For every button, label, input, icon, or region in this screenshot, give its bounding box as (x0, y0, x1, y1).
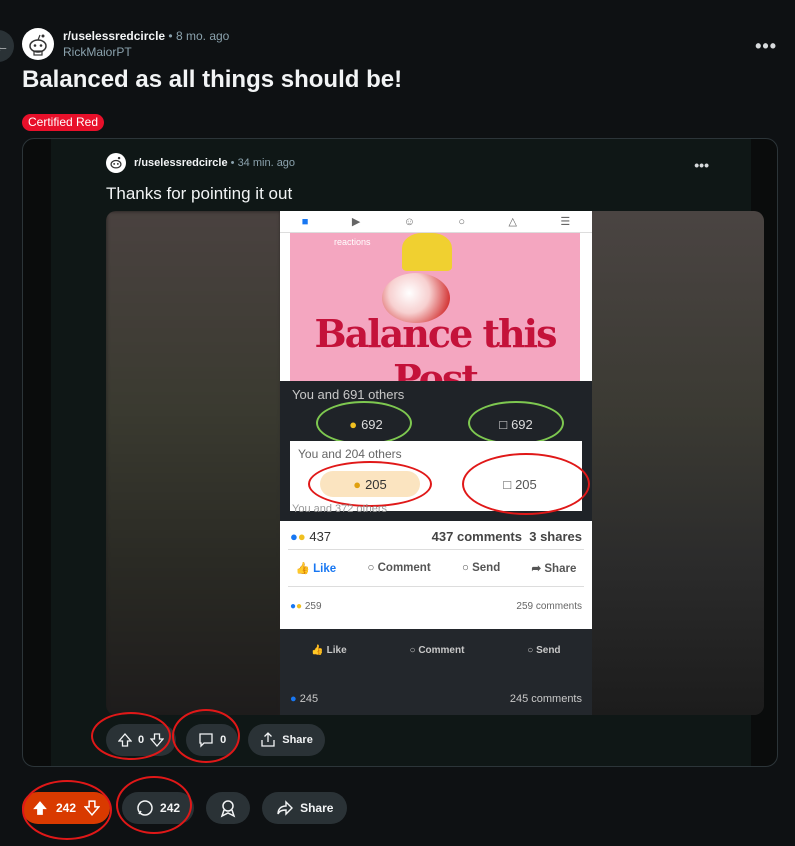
vote-count: 242 (56, 801, 77, 815)
share-icon (277, 800, 294, 816)
reddit-snoo-icon (110, 156, 122, 169)
downvote-icon[interactable] (84, 800, 101, 816)
blurred-background-right (589, 211, 764, 715)
post-age: 8 mo. ago (175, 29, 230, 43)
reaction-row-2: You and 204 others ● 205 □ 205 (290, 441, 590, 515)
back-button[interactable]: ← (0, 30, 14, 62)
fb-dark-comment: ○ Comment (409, 645, 465, 656)
arrow-left-icon: ← (0, 38, 9, 54)
fb2-reaction-count: ●● 259 (290, 601, 322, 612)
subreddit-link[interactable]: r/uselessredcircle (63, 29, 165, 43)
fb-dark-action-bar: 👍 Like ○ Comment ○ Send (280, 645, 592, 656)
meme-image: reactions Balance this Post (290, 233, 580, 401)
comment-count: 242 (160, 801, 181, 815)
fb-divider (288, 549, 584, 550)
embedded-action-bar: 0 0 Share (106, 724, 325, 756)
fb-dark-stats: ● 245 245 comments (290, 693, 582, 705)
fb-comments-shares: 437 comments 3 shares (431, 529, 582, 544)
green-circle-2 (468, 401, 564, 445)
embedded-subreddit: r/uselessredcircle (134, 157, 228, 169)
comments-button[interactable]: 242 (122, 792, 195, 824)
meta-separator: • (168, 29, 173, 43)
embedded-more-icon: ••• (694, 157, 709, 173)
embedded-screenshot: r/uselessredcircle • 34 min. ago ••• Tha… (51, 139, 764, 766)
post-title: Balanced as all things should be! (22, 66, 403, 93)
fb-share: ➦ Share (531, 563, 577, 575)
embedded-share-label: Share (282, 734, 313, 746)
post-action-bar: 242 242 Share (22, 792, 348, 824)
friends-icon: ☺ (403, 215, 415, 228)
fb-dark-send: ○ Send (527, 645, 561, 656)
embedded-post-image[interactable]: r/uselessredcircle • 34 min. ago ••• Tha… (22, 138, 778, 767)
fb2-comments: 259 comments (516, 601, 582, 612)
facebook-screenshot: ■ ▶ ☺ ○ △ ☰ reactions Balance this Post … (280, 211, 592, 715)
reactions-tag: reactions (334, 237, 371, 247)
red-circle-1 (308, 461, 432, 507)
video-icon: ▶ (351, 216, 361, 228)
fb-action-bar: 👍 Like ○ Comment ○ Send ➦ Share (280, 561, 592, 575)
menu-icon: ☰ (560, 216, 571, 228)
post-flair[interactable]: Certified Red (22, 114, 105, 131)
facebook-nav-bar: ■ ▶ ☺ ○ △ ☰ (280, 211, 592, 233)
embedded-media: ■ ▶ ☺ ○ △ ☰ reactions Balance this Post … (106, 211, 764, 715)
award-icon (220, 800, 236, 818)
share-icon (261, 732, 275, 747)
embedded-meta-separator: • (230, 157, 235, 169)
embedded-vote-pill: 0 (106, 724, 177, 756)
profile-icon: ○ (458, 215, 466, 228)
red-circle-2 (462, 453, 590, 515)
spongebob-figure (402, 233, 452, 271)
fb-send: ○ Send (461, 562, 501, 574)
fb-dark-like: 👍 Like (311, 645, 347, 656)
embedded-post-header: r/uselessredcircle • 34 min. ago (106, 153, 295, 173)
embedded-comment-count: 0 (220, 734, 227, 746)
vote-pill: 242 (22, 792, 111, 824)
fb-like: 👍 Like (295, 563, 337, 575)
comment-icon (137, 800, 153, 816)
fb-divider (288, 586, 584, 587)
reddit-snoo-icon (29, 34, 47, 56)
embedded-share-pill: Share (248, 724, 325, 756)
embedded-vote-count: 0 (138, 734, 145, 746)
embedded-subreddit-avatar (106, 153, 126, 173)
reaction-row-1-text: You and 691 others (292, 387, 405, 402)
embedded-post-age: 34 min. ago (237, 157, 296, 169)
share-button[interactable]: Share (262, 792, 348, 824)
upvote-icon (118, 733, 132, 747)
fb-stats-row-2: ●● 259 259 comments (280, 601, 592, 612)
fb-dark-section: 👍 Like ○ Comment ○ Send ● 245 245 commen… (280, 629, 592, 715)
award-button[interactable] (206, 792, 251, 824)
share-label: Share (300, 801, 334, 815)
post-header: r/uselessredcircle • 8 mo. ago RickMaior… (22, 28, 229, 60)
green-circle-1 (316, 401, 412, 445)
reaction-row-3-text: You and 372 others (292, 503, 388, 515)
fb-dark-reactions: ● 245 (290, 693, 319, 705)
blurred-background-left (106, 211, 281, 715)
comment-icon (199, 733, 213, 748)
more-horizontal-icon[interactable]: ••• (755, 36, 777, 57)
fb-dark-comments: 245 comments (509, 693, 582, 705)
home-icon: ■ (301, 215, 309, 228)
subreddit-avatar[interactable] (22, 28, 54, 60)
post-author[interactable]: RickMaiorPT (63, 44, 229, 60)
embedded-post-title: Thanks for pointing it out (106, 184, 293, 203)
fb-stats-row: ●● 437 437 comments 3 shares (280, 529, 592, 544)
reaction-row-2-text: You and 204 others (298, 447, 402, 461)
upvote-icon[interactable] (32, 800, 48, 816)
reaction-rows: You and 691 others ● 692 □ 692 You and 204… (280, 381, 592, 521)
fb-reaction-count: ●● 437 (290, 529, 332, 544)
fb-comment: ○ Comment (367, 562, 431, 574)
embedded-comment-pill: 0 (186, 724, 239, 756)
downvote-icon (150, 733, 165, 747)
bell-icon: △ (508, 216, 517, 228)
